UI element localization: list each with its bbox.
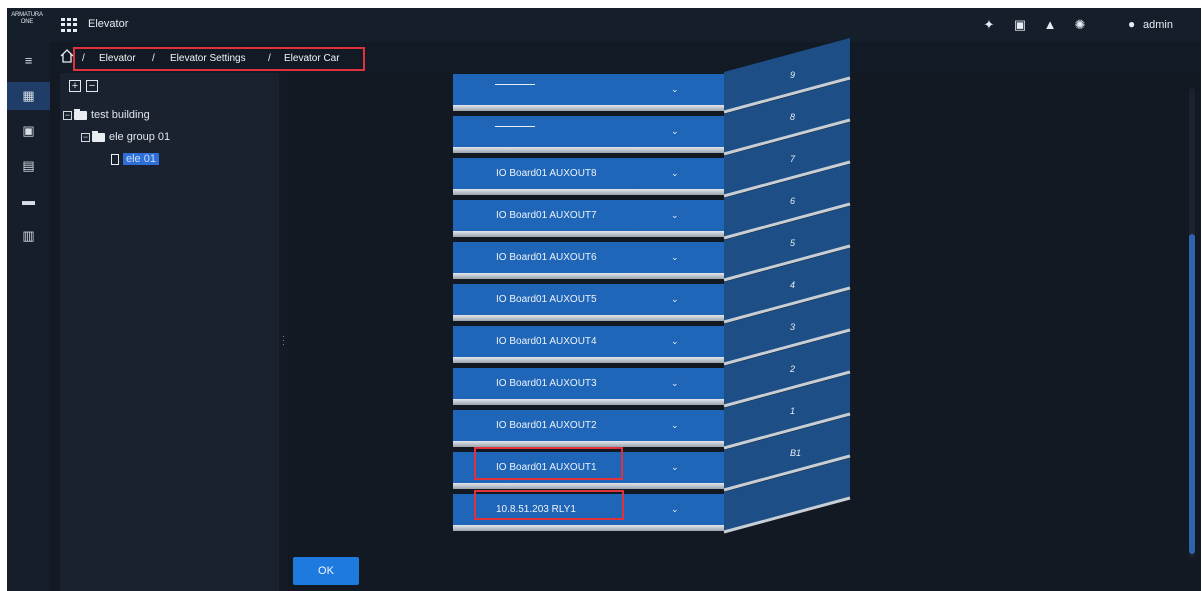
floor-shelf — [453, 147, 724, 153]
floor-output-select[interactable]: ⌄ — [453, 116, 724, 147]
app-window: ARMATURA ONE Elevator ✦ ▣ ▲ ✺ ● admin ≡ ▦… — [7, 8, 1201, 591]
floor-output-select[interactable]: ⌄ — [453, 74, 724, 105]
chevron-down-icon[interactable]: ⌄ — [671, 420, 679, 431]
chevron-down-icon[interactable]: ⌄ — [671, 336, 679, 347]
floor-number-label: 6 — [790, 196, 795, 206]
chevron-down-icon[interactable]: ⌄ — [671, 462, 679, 473]
floor-number-label: 9 — [790, 70, 795, 80]
floor-shelf — [453, 525, 724, 531]
floor-number-label: 2 — [789, 364, 795, 374]
floor-output-select[interactable]: IO Board01 AUXOUT4 ⌄ — [453, 326, 724, 357]
floor-shelf — [453, 189, 724, 195]
floor-number-label: 4 — [790, 280, 795, 290]
floor-output-label: IO Board01 AUXOUT4 — [496, 336, 597, 347]
floor-output-select[interactable]: IO Board01 AUXOUT8 ⌄ — [453, 158, 724, 189]
floor-number-label: 3 — [790, 322, 795, 332]
floor-output-label: IO Board01 AUXOUT5 — [496, 294, 597, 305]
floor-output-select[interactable]: IO Board01 AUXOUT6 ⌄ — [453, 242, 724, 273]
floor-number-label: 8 — [790, 112, 795, 122]
chevron-down-icon[interactable]: ⌄ — [671, 168, 679, 179]
floor-output-label: IO Board01 AUXOUT3 — [496, 378, 597, 389]
floor-shelf — [453, 231, 724, 237]
chevron-down-icon[interactable]: ⌄ — [671, 84, 679, 95]
floor-shelf — [453, 105, 724, 111]
floor-shelf — [453, 399, 724, 405]
chevron-down-icon[interactable]: ⌄ — [671, 504, 679, 515]
highlight-box-rly1 — [474, 490, 624, 520]
empty-output-placeholder — [495, 126, 535, 127]
floor-output-label: IO Board01 AUXOUT2 — [496, 420, 597, 431]
floor-output-select[interactable]: IO Board01 AUXOUT3 ⌄ — [453, 368, 724, 399]
chevron-down-icon[interactable]: ⌄ — [671, 252, 679, 263]
floor-number-label: B1 — [790, 448, 801, 458]
floor-shelf — [453, 315, 724, 321]
floor-number-label: 1 — [790, 406, 795, 416]
floor-shelf — [453, 273, 724, 279]
floor-output-label: IO Board01 AUXOUT8 — [496, 168, 597, 179]
scrollbar[interactable] — [1189, 88, 1195, 558]
scrollbar-thumb[interactable] — [1189, 234, 1195, 554]
floor-shelf — [453, 483, 724, 489]
floor-output-label: IO Board01 AUXOUT6 — [496, 252, 597, 263]
chevron-down-icon[interactable]: ⌄ — [671, 294, 679, 305]
ok-button[interactable]: OK — [293, 557, 359, 585]
chevron-down-icon[interactable]: ⌄ — [671, 378, 679, 389]
floor-output-select[interactable]: IO Board01 AUXOUT5 ⌄ — [453, 284, 724, 315]
floor-shelf — [453, 357, 724, 363]
floor-output-select[interactable]: IO Board01 AUXOUT7 ⌄ — [453, 200, 724, 231]
empty-output-placeholder — [495, 84, 535, 85]
highlight-box-auxout1 — [474, 447, 623, 480]
floor-output-select[interactable]: IO Board01 AUXOUT2 ⌄ — [453, 410, 724, 441]
floor-output-label: IO Board01 AUXOUT7 — [496, 210, 597, 221]
chevron-down-icon[interactable]: ⌄ — [671, 126, 679, 137]
chevron-down-icon[interactable]: ⌄ — [671, 210, 679, 221]
